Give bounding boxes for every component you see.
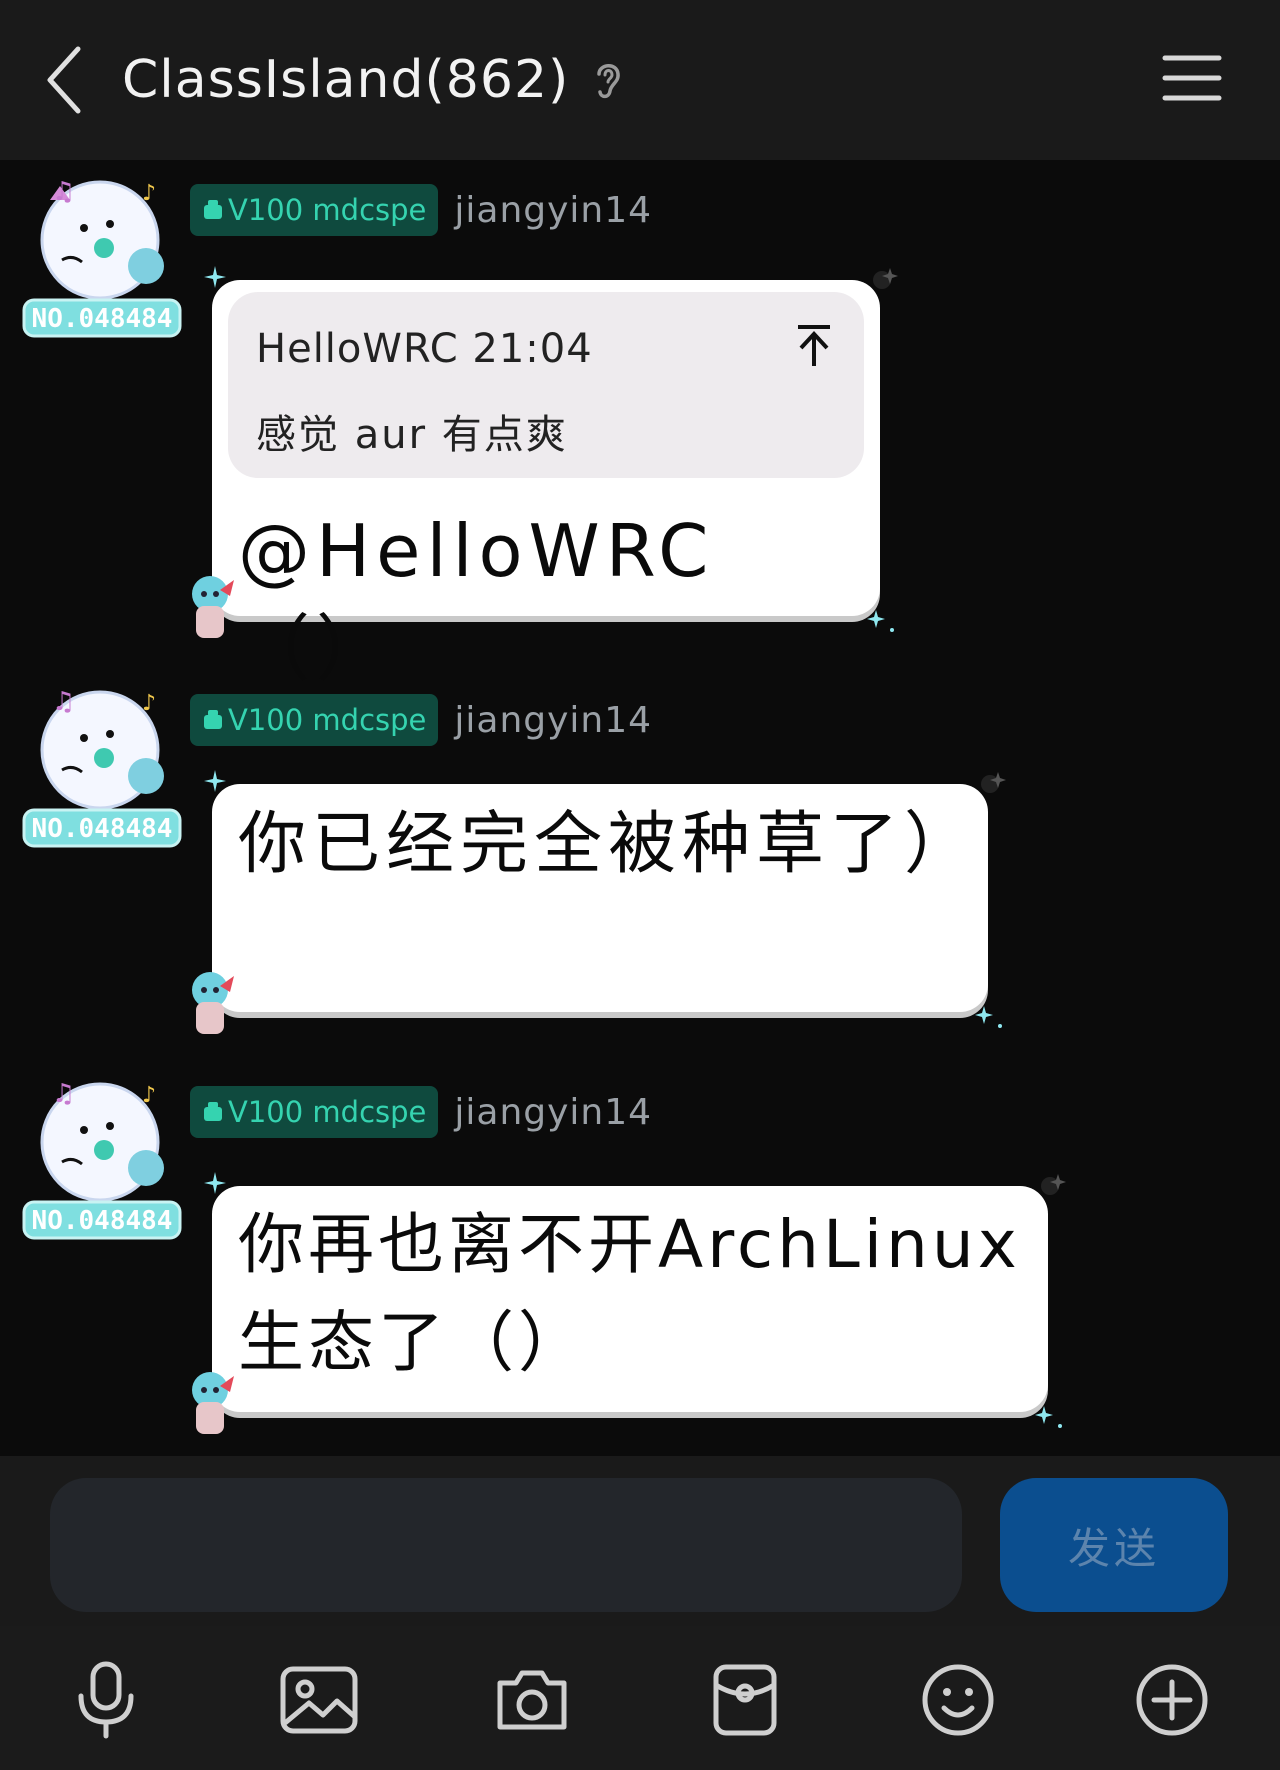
microphone-icon [78, 1661, 134, 1739]
sparkle-decoration [981, 772, 1006, 793]
input-bar: 发送 [0, 1456, 1280, 1626]
svg-text:♪: ♪ [142, 691, 156, 716]
svg-text:♫: ♫ [52, 1079, 75, 1109]
jump-to-top-icon[interactable] [792, 322, 836, 370]
chat-header: ClassIsland(862) [0, 0, 1280, 160]
avatar[interactable]: ♫ ♪ NO.048484 [22, 1072, 182, 1242]
quote-text: 感觉 aur 有点爽 [256, 412, 568, 458]
sender-meta: V100 mdcspe jiangyin14 [190, 1086, 652, 1138]
character-sticker-icon [192, 972, 234, 1034]
back-button[interactable] [40, 44, 88, 116]
red-packet-button[interactable] [697, 1652, 793, 1748]
sparkle-decoration [1035, 1406, 1062, 1428]
sparkle-decoration [204, 1172, 226, 1194]
message-bubble[interactable]: HelloWRC 21:04 感觉 aur 有点爽 @HelloWRC （） [192, 266, 898, 691]
quoted-message[interactable]: HelloWRC 21:04 感觉 aur 有点爽 [228, 292, 864, 478]
svg-text:♫: ♫ [52, 687, 75, 717]
crown-icon [204, 710, 222, 729]
sparkle-decoration [204, 266, 226, 288]
sender-meta: V100 mdcspe jiangyin14 [190, 694, 652, 746]
message-bubble[interactable]: 你再也离不开ArchLinux生态了（） [192, 1172, 1066, 1434]
character-sticker-icon [192, 576, 234, 638]
badge-label: V100 mdcspe [228, 703, 427, 737]
quote-author-time: HelloWRC 21:04 [256, 326, 593, 372]
message-item: ♫ ♪ NO.048484 V100 mdcspe jiangyin14 [0, 1062, 1280, 1456]
menu-button[interactable] [1162, 52, 1222, 104]
crown-icon [204, 200, 222, 219]
sparkle-decoration [204, 770, 226, 792]
camera-button[interactable] [484, 1652, 580, 1748]
avatar[interactable]: ♫ ♪ NO.048484 [22, 680, 182, 850]
character-sticker-icon [192, 1372, 234, 1434]
sender-name[interactable]: jiangyin14 [454, 190, 652, 231]
avatar-number: NO.048484 [32, 1206, 173, 1236]
more-button[interactable] [1124, 1652, 1220, 1748]
send-button[interactable]: 发送 [1000, 1478, 1228, 1612]
message-item: ♫ ♪ NO.048484 V100 mdcspe jiangyin14 [0, 670, 1280, 1060]
crown-icon [204, 1102, 222, 1121]
message-input[interactable] [50, 1478, 962, 1612]
badge-label: V100 mdcspe [228, 193, 427, 227]
image-icon [280, 1666, 358, 1734]
level-badge[interactable]: V100 mdcspe [190, 184, 439, 236]
message-text: 你已经完全被种草了） [238, 805, 979, 884]
sender-meta: V100 mdcspe jiangyin14 [190, 184, 652, 236]
emoji-button[interactable] [910, 1652, 1006, 1748]
avatar-number: NO.048484 [32, 304, 173, 334]
input-toolbar [0, 1626, 1280, 1770]
plus-icon [1136, 1664, 1208, 1736]
sparkle-decoration [975, 1006, 1002, 1028]
voice-button[interactable] [58, 1652, 154, 1748]
level-badge[interactable]: V100 mdcspe [190, 1086, 439, 1138]
sparkle-decoration [867, 610, 894, 632]
sparkle-decoration [873, 268, 898, 289]
avatar-number: NO.048484 [32, 814, 173, 844]
title-area[interactable]: ClassIsland(862) [122, 40, 625, 120]
chevron-left-icon [47, 46, 81, 114]
svg-text:♪: ♪ [142, 181, 156, 206]
level-badge[interactable]: V100 mdcspe [190, 694, 439, 746]
message-text: @HelloWRC （） [238, 509, 715, 691]
svg-text:♪: ♪ [142, 1083, 156, 1108]
message-list[interactable]: ♫ ♪ NO.048484 V100 mdcspe jiangyin14 Hel… [0, 160, 1280, 1456]
emoji-icon [922, 1664, 994, 1736]
message-bubble[interactable]: 你已经完全被种草了） [192, 770, 1006, 1034]
svg-text:♫: ♫ [52, 177, 75, 207]
group-title: ClassIsland(862) [122, 50, 570, 110]
message-item: ♫ ♪ NO.048484 V100 mdcspe jiangyin14 [0, 160, 1280, 691]
message-text: 你再也离不开ArchLinux生态了（） [238, 1206, 1021, 1381]
avatar[interactable]: ♫ ♪ NO.048484 [22, 170, 182, 340]
camera-icon [497, 1670, 567, 1730]
image-button[interactable] [271, 1652, 367, 1748]
badge-label: V100 mdcspe [228, 1095, 427, 1129]
sender-name[interactable]: jiangyin14 [454, 1092, 652, 1133]
sparkle-decoration [1041, 1174, 1066, 1195]
ear-icon[interactable] [591, 58, 625, 102]
sender-name[interactable]: jiangyin14 [454, 700, 652, 741]
red-packet-icon [713, 1664, 777, 1736]
hamburger-menu-icon [1162, 55, 1222, 101]
